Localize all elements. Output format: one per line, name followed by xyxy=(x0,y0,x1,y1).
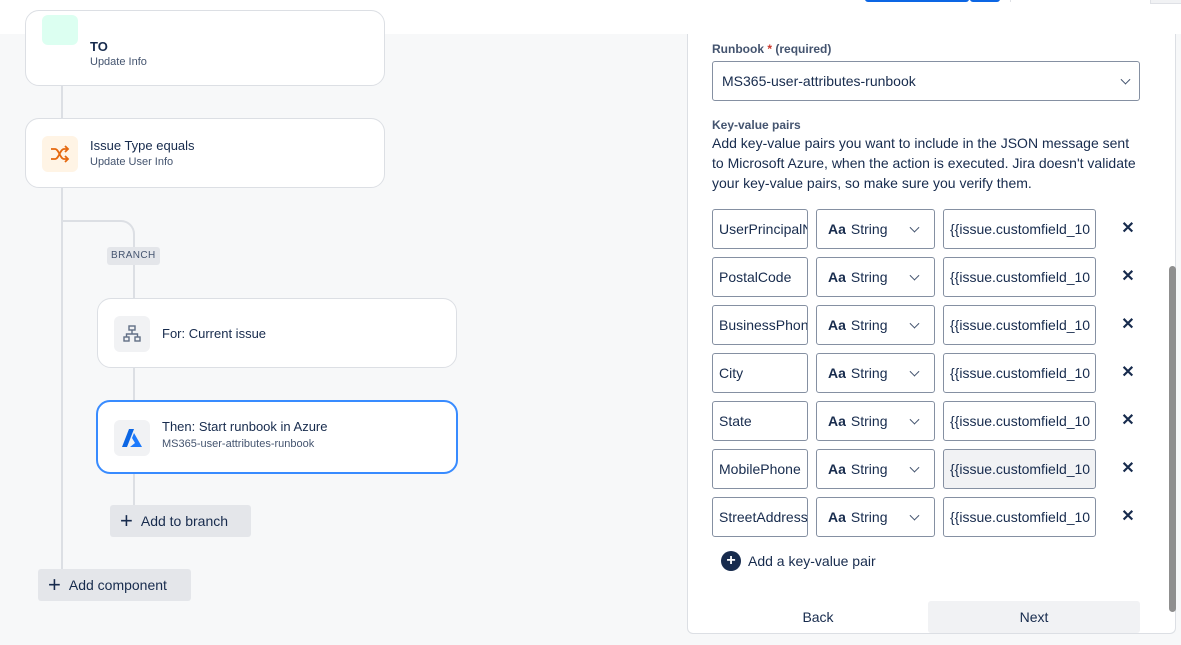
add-component-label: Add component xyxy=(68,577,167,593)
text-type-icon: Aa xyxy=(828,509,846,525)
card-title: TO xyxy=(90,39,108,54)
kv-type-select[interactable]: Aa String xyxy=(816,353,935,393)
hierarchy-icon xyxy=(114,316,150,352)
kv-type-select[interactable]: Aa String xyxy=(816,449,935,489)
connector-line xyxy=(61,86,63,118)
kv-value-input[interactable]: {{issue.customfield_10 xyxy=(943,209,1096,249)
remove-pair-icon[interactable]: ✕ xyxy=(1119,460,1137,478)
scrollbar-thumb[interactable] xyxy=(1169,266,1176,612)
dropdown-button-edge[interactable] xyxy=(970,0,1000,2)
remove-pair-icon[interactable]: ✕ xyxy=(1119,364,1137,382)
kv-type-label: String xyxy=(850,413,888,429)
azure-action-card[interactable]: Then: Start runbook in Azure MS365-user-… xyxy=(96,400,458,474)
kv-type-label: String xyxy=(850,221,888,237)
kv-key-input[interactable]: BusinessPhone xyxy=(712,305,808,345)
kv-key-input[interactable]: MobilePhone xyxy=(712,449,808,489)
kv-value-input[interactable]: {{issue.customfield_10 xyxy=(943,305,1096,345)
chevron-down-icon xyxy=(909,366,920,377)
required-text: (required) xyxy=(775,42,832,56)
kv-type-select[interactable]: Aa String xyxy=(816,209,935,249)
text-type-icon: Aa xyxy=(828,221,846,237)
kv-type-label: String xyxy=(850,317,888,333)
kv-value-input[interactable]: {{issue.customfield_10 xyxy=(943,401,1096,441)
card-title: Issue Type equals xyxy=(90,138,195,153)
add-to-branch-label: Add to branch xyxy=(140,513,229,529)
trigger-card[interactable]: TO Update Info xyxy=(25,10,385,86)
kv-type-select[interactable]: Aa String xyxy=(816,257,935,297)
add-key-value-label: Add a key-value pair xyxy=(748,553,876,569)
kv-key-input[interactable]: City xyxy=(712,353,808,393)
plus-icon: + xyxy=(120,508,133,533)
required-star: * xyxy=(764,42,773,56)
kv-type-select[interactable]: Aa String xyxy=(816,305,935,345)
card-title: Then: Start runbook in Azure xyxy=(162,419,328,434)
runbook-select[interactable]: MS365-user-attributes-runbook xyxy=(712,61,1140,101)
azure-icon xyxy=(114,420,150,456)
kv-value-input[interactable]: {{issue.customfield_10 xyxy=(943,497,1096,537)
kv-value-input[interactable]: {{issue.customfield_10 xyxy=(943,449,1096,489)
primary-button-edge[interactable] xyxy=(865,0,969,2)
text-type-icon: Aa xyxy=(828,365,846,381)
add-key-value-button[interactable]: + Add a key-value pair xyxy=(721,551,876,571)
card-subtitle: Update User Info xyxy=(90,156,174,168)
condition-card[interactable]: Issue Type equals Update User Info xyxy=(25,118,385,188)
kv-description: Add key-value pairs you want to include … xyxy=(712,135,1136,191)
kv-value-input[interactable]: {{issue.customfield_10 xyxy=(943,257,1096,297)
card-title: For: Current issue xyxy=(162,326,267,341)
add-component-button[interactable]: + Add component xyxy=(38,569,191,601)
shuffle-icon xyxy=(42,136,78,172)
chevron-down-icon xyxy=(1120,74,1131,85)
card-subtitle: Update Info xyxy=(90,56,147,68)
chevron-down-icon xyxy=(909,318,920,329)
next-button[interactable]: Next xyxy=(928,601,1140,633)
close-button-edge[interactable] xyxy=(1150,0,1181,4)
connector-line xyxy=(133,265,135,298)
connector-line xyxy=(133,474,135,506)
chevron-down-icon xyxy=(909,414,920,425)
kv-type-label: String xyxy=(850,509,888,525)
trigger-icon xyxy=(42,15,78,45)
chevron-down-icon xyxy=(909,510,920,521)
text-type-icon: Aa xyxy=(828,269,846,285)
connector-line xyxy=(133,368,135,400)
back-label: Back xyxy=(802,609,834,625)
divider xyxy=(1010,0,1011,2)
kv-type-label: String xyxy=(850,269,888,285)
kv-label: Key-value pairs xyxy=(712,118,801,132)
kv-type-label: String xyxy=(850,461,888,477)
add-circle-icon: + xyxy=(721,551,741,571)
kv-key-input[interactable]: State xyxy=(712,401,808,441)
kv-key-input[interactable]: UserPrincipalName xyxy=(712,209,808,249)
remove-pair-icon[interactable]: ✕ xyxy=(1119,508,1137,526)
runbook-select-value: MS365-user-attributes-runbook xyxy=(722,73,916,89)
remove-pair-icon[interactable]: ✕ xyxy=(1119,220,1137,238)
card-subtitle: MS365-user-attributes-runbook xyxy=(162,438,315,450)
kv-value-input[interactable]: {{issue.customfield_10 xyxy=(943,353,1096,393)
plus-icon: + xyxy=(48,572,61,597)
branch-tag: BRANCH xyxy=(107,247,160,265)
back-button[interactable]: Back xyxy=(712,601,924,633)
branch-for-card[interactable]: For: Current issue xyxy=(97,298,457,368)
remove-pair-icon[interactable]: ✕ xyxy=(1119,316,1137,334)
kv-type-select[interactable]: Aa String xyxy=(816,401,935,441)
next-label: Next xyxy=(1019,609,1049,625)
text-type-icon: Aa xyxy=(828,461,846,477)
remove-pair-icon[interactable]: ✕ xyxy=(1119,268,1137,286)
remove-pair-icon[interactable]: ✕ xyxy=(1119,412,1137,430)
chevron-down-icon xyxy=(909,270,920,281)
kv-key-input[interactable]: PostalCode xyxy=(712,257,808,297)
kv-type-label: String xyxy=(850,365,888,381)
runbook-label: Runbook * (required) xyxy=(712,42,831,56)
chevron-down-icon xyxy=(909,462,920,473)
runbook-label-text: Runbook xyxy=(712,42,764,56)
add-to-branch-button[interactable]: + Add to branch xyxy=(110,505,251,537)
kv-key-input[interactable]: StreetAddress xyxy=(712,497,808,537)
text-type-icon: Aa xyxy=(828,413,846,429)
text-type-icon: Aa xyxy=(828,317,846,333)
kv-type-select[interactable]: Aa String xyxy=(816,497,935,537)
chevron-down-icon xyxy=(909,222,920,233)
